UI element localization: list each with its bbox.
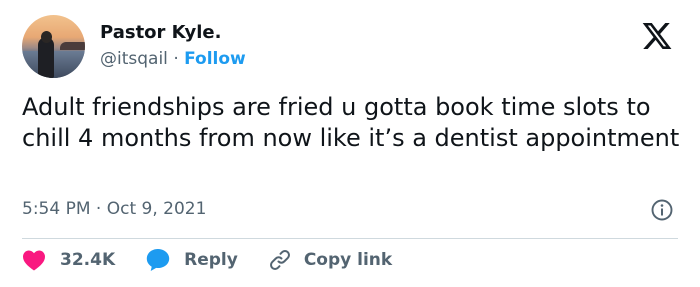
handle-separator: · — [173, 49, 179, 69]
author-name[interactable]: Pastor Kyle. — [100, 22, 221, 43]
tweet-date: Oct 9, 2021 — [106, 199, 207, 219]
avatar-person — [38, 37, 54, 78]
avatar-shore — [60, 42, 85, 50]
info-icon[interactable] — [650, 198, 674, 222]
tweet-timestamp[interactable]: 5:54 PM · Oct 9, 2021 — [22, 199, 206, 219]
reply-label: Reply — [184, 250, 238, 270]
like-count: 32.4K — [60, 250, 116, 270]
action-bar: 32.4K Reply Copy link — [22, 247, 392, 273]
x-logo-icon[interactable] — [640, 20, 674, 52]
reply-bubble-icon — [146, 249, 170, 271]
link-icon — [269, 250, 290, 270]
avatar[interactable] — [22, 15, 85, 78]
author-handle[interactable]: @itsqail — [100, 49, 168, 69]
timestamp-separator: · — [95, 199, 102, 219]
copy-link-button[interactable]: Copy link — [268, 248, 392, 272]
heart-icon — [23, 250, 45, 271]
author-handle-row: @itsqail · Follow — [100, 49, 246, 69]
reply-button[interactable]: Reply — [145, 248, 238, 272]
copy-link-label: Copy link — [303, 250, 393, 270]
divider — [22, 238, 678, 239]
tweet-time: 5:54 PM — [22, 199, 91, 219]
like-button[interactable]: 32.4K — [22, 249, 115, 271]
tweet-text: Adult friendships are fried u gotta book… — [22, 93, 680, 152]
follow-button[interactable]: Follow — [184, 49, 246, 69]
avatar-head — [41, 31, 52, 43]
